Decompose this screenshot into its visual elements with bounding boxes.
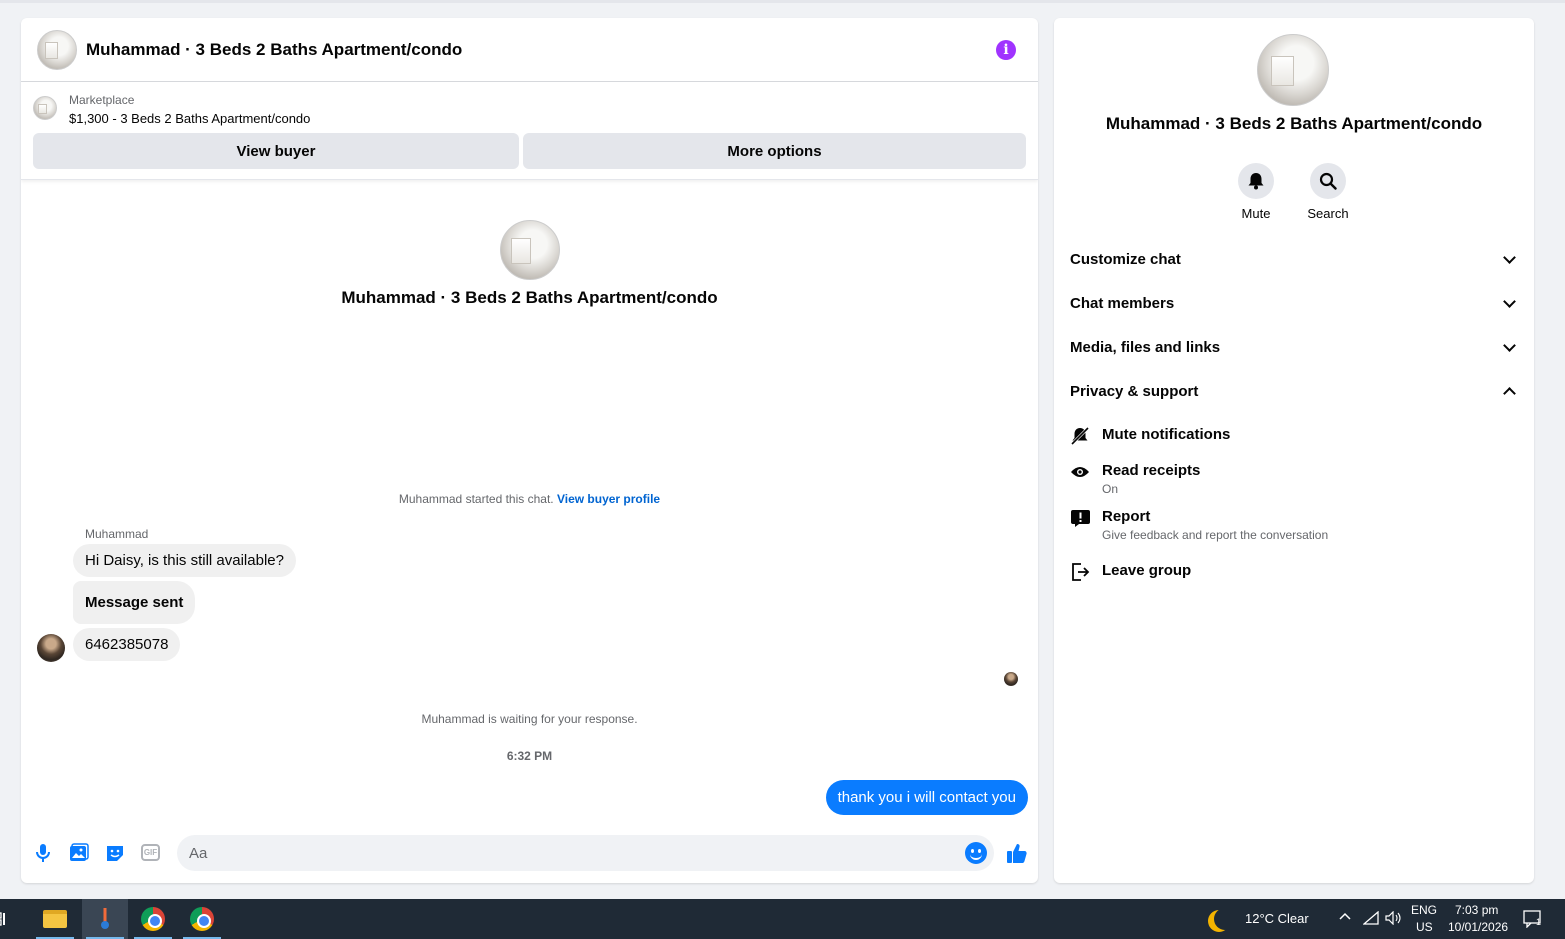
item-title: Mute notifications xyxy=(1102,426,1231,443)
chrome-icon[interactable] xyxy=(130,899,176,939)
clock-time[interactable]: 7:03 pm xyxy=(1455,903,1498,917)
chat-details-panel: Muhammad · 3 Beds 2 Baths Apartment/cond… xyxy=(1054,18,1534,883)
volume-icon[interactable] xyxy=(1385,910,1401,928)
emoji-icon[interactable] xyxy=(965,842,987,864)
chevron-down-icon xyxy=(1503,250,1516,264)
chevron-down-icon xyxy=(1503,294,1516,308)
message-input[interactable] xyxy=(177,835,994,871)
clock-date[interactable]: 10/01/2026 xyxy=(1448,920,1508,934)
gif-icon[interactable]: GIF xyxy=(141,844,160,861)
view-buyer-button[interactable]: View buyer xyxy=(33,133,519,169)
eye-icon xyxy=(1070,462,1090,482)
mute-label: Mute xyxy=(1241,206,1271,221)
microphone-icon[interactable] xyxy=(33,843,53,863)
more-options-button[interactable]: More options xyxy=(523,133,1026,169)
chevron-up-icon[interactable] xyxy=(1338,909,1352,926)
section-label: Chat members xyxy=(1070,294,1175,312)
chat-header: Muhammad · 3 Beds 2 Baths Apartment/cond… xyxy=(21,18,1038,82)
started-text: Muhammad started this chat. xyxy=(398,492,554,506)
mute-notifications-item[interactable]: Mute notifications xyxy=(1070,426,1518,446)
item-desc: Give feedback and report the conversatio… xyxy=(1102,528,1329,542)
region-indicator[interactable]: US xyxy=(1416,920,1433,934)
sticker-icon[interactable] xyxy=(105,843,125,863)
chat-avatar[interactable] xyxy=(37,29,77,70)
item-desc: On xyxy=(1102,482,1119,496)
section-customize-chat[interactable]: Customize chat xyxy=(1070,244,1518,274)
top-border xyxy=(0,0,1565,3)
thumbs-up-icon[interactable] xyxy=(1005,841,1029,865)
chrome-icon[interactable] xyxy=(179,899,225,939)
bell-icon[interactable] xyxy=(1238,163,1274,199)
listing-thumbnail[interactable] xyxy=(33,96,57,120)
bell-off-icon xyxy=(1070,426,1090,446)
taskbar: 12°C Clear ENG US 7:03 pm 10/01/2026 1 xyxy=(0,899,1565,939)
message-bubble-outgoing[interactable]: thank you i will contact you xyxy=(825,780,1028,815)
chevron-up-icon xyxy=(1503,386,1516,400)
report-item[interactable]: Report Give feedback and report the conv… xyxy=(1070,508,1518,542)
seen-avatar xyxy=(1004,672,1018,686)
section-label: Privacy & support xyxy=(1070,382,1199,400)
leave-icon xyxy=(1070,562,1090,582)
section-media-files-links[interactable]: Media, files and links xyxy=(1070,332,1518,362)
message-composer: GIF xyxy=(21,833,1038,873)
sender-avatar[interactable] xyxy=(37,634,65,662)
sender-name: Muhammad xyxy=(85,527,149,541)
item-title: Report xyxy=(1102,508,1151,525)
chat-started-notice: Muhammad started this chat. View buyer p… xyxy=(21,492,1038,506)
leave-group-item[interactable]: Leave group xyxy=(1070,562,1518,582)
report-icon xyxy=(1070,508,1090,528)
mute-action[interactable]: Mute xyxy=(1226,163,1286,221)
item-title: Read receipts xyxy=(1102,462,1201,479)
moon-icon xyxy=(1214,908,1236,930)
details-avatar[interactable] xyxy=(1257,34,1329,106)
chat-title[interactable]: Muhammad · 3 Beds 2 Baths Apartment/cond… xyxy=(86,40,462,60)
section-label: Customize chat xyxy=(1070,250,1181,268)
task-view-icon[interactable] xyxy=(0,899,14,939)
search-label: Search xyxy=(1307,206,1349,221)
section-privacy-support[interactable]: Privacy & support xyxy=(1070,376,1518,406)
notification-count: 1 xyxy=(1536,917,1542,927)
item-title: Leave group xyxy=(1102,562,1192,579)
info-icon[interactable]: i xyxy=(996,40,1016,60)
read-receipts-item[interactable]: Read receipts On xyxy=(1070,462,1518,496)
intro-avatar xyxy=(500,220,560,280)
section-chat-members[interactable]: Chat members xyxy=(1070,288,1518,318)
wifi-icon[interactable] xyxy=(1362,910,1379,928)
weather-text[interactable]: 12°C Clear xyxy=(1245,911,1309,926)
search-icon[interactable] xyxy=(1310,163,1346,199)
marketplace-label: Marketplace xyxy=(69,93,135,107)
details-title: Muhammad · 3 Beds 2 Baths Apartment/cond… xyxy=(1105,114,1483,133)
language-indicator[interactable]: ENG xyxy=(1411,903,1437,917)
intro-title: Muhammad · 3 Beds 2 Baths Apartment/cond… xyxy=(341,288,718,307)
message-bubble-incoming[interactable]: 6462385078 xyxy=(73,628,181,661)
photo-icon[interactable] xyxy=(69,843,89,863)
message-bubble-incoming[interactable]: Hi Daisy, is this still available? xyxy=(73,544,296,577)
app-icon[interactable] xyxy=(82,899,128,939)
chevron-down-icon xyxy=(1503,338,1516,352)
message-timestamp: 6:32 PM xyxy=(506,749,553,763)
file-explorer-icon[interactable] xyxy=(32,899,78,939)
view-buyer-profile-link[interactable]: View buyer profile xyxy=(557,492,660,506)
marketplace-banner: Marketplace $1,300 - 3 Beds 2 Baths Apar… xyxy=(21,82,1038,180)
chat-panel: Muhammad · 3 Beds 2 Baths Apartment/cond… xyxy=(21,18,1038,883)
section-label: Media, files and links xyxy=(1070,338,1221,356)
message-bubble-incoming[interactable]: Message sent xyxy=(73,581,196,624)
listing-title[interactable]: $1,300 - 3 Beds 2 Baths Apartment/condo xyxy=(69,111,310,126)
waiting-notice: Muhammad is waiting for your response. xyxy=(421,712,638,726)
search-action[interactable]: Search xyxy=(1298,163,1358,221)
